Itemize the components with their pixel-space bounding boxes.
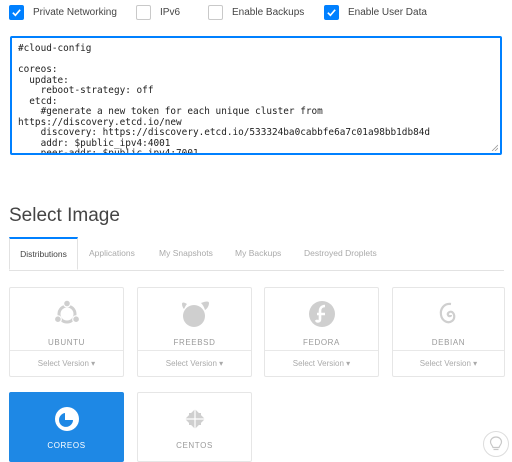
private-networking-option[interactable]: Private Networking xyxy=(9,4,117,21)
distro-name: DEBIAN xyxy=(431,338,466,347)
freebsd-icon xyxy=(181,301,209,327)
ipv6-label: IPv6 xyxy=(160,7,181,18)
distro-card-debian[interactable]: DEBIAN Select Version ▾ xyxy=(392,287,505,377)
ipv6-option[interactable]: IPv6 xyxy=(136,4,180,21)
distro-name: FEDORA xyxy=(303,338,340,347)
distro-card-coreos[interactable]: COREOS xyxy=(9,392,124,462)
version-select-label: Select Version xyxy=(292,359,344,368)
distro-name: FREEBSD xyxy=(173,338,216,347)
enable-backups-label: Enable Backups xyxy=(232,7,305,18)
enable-backups-option[interactable]: Enable Backups xyxy=(208,4,304,21)
enable-user-data-label: Enable User Data xyxy=(348,7,427,18)
ipv6-checkbox[interactable] xyxy=(136,5,151,20)
coreos-icon xyxy=(54,407,79,431)
distro-name: UBUNTU xyxy=(48,338,85,347)
version-select[interactable]: Select Version ▾ xyxy=(265,350,378,376)
user-data-textarea[interactable]: #cloud-config coreos: update: reboot-str… xyxy=(10,36,502,155)
check-icon xyxy=(327,9,336,17)
private-networking-label: Private Networking xyxy=(33,7,117,18)
centos-icon xyxy=(183,408,206,430)
private-networking-checkbox[interactable] xyxy=(9,5,24,20)
user-data-content[interactable]: #cloud-config coreos: update: reboot-str… xyxy=(12,38,500,153)
tab-my-snapshots[interactable]: My Snapshots xyxy=(159,237,213,270)
version-select[interactable]: Select Version ▾ xyxy=(138,350,251,376)
lightbulb-icon xyxy=(489,436,503,451)
tab-distributions[interactable]: Distributions xyxy=(9,237,78,270)
chevron-down-icon: ▾ xyxy=(91,359,96,368)
distro-card-centos[interactable]: CENTOS xyxy=(137,392,252,462)
distro-card-fedora[interactable]: FEDORA Select Version ▾ xyxy=(264,287,379,377)
enable-user-data-checkbox[interactable] xyxy=(324,5,339,20)
enable-backups-checkbox[interactable] xyxy=(208,5,223,20)
distro-card-freebsd[interactable]: FREEBSD Select Version ▾ xyxy=(137,287,252,377)
version-select-label: Select Version xyxy=(165,359,217,368)
chevron-down-icon: ▾ xyxy=(346,359,351,368)
debian-icon xyxy=(439,302,455,324)
image-tabs: Distributions Applications My Snapshots … xyxy=(9,237,504,271)
chevron-down-icon: ▾ xyxy=(473,359,478,368)
resize-grip-icon[interactable] xyxy=(491,144,498,151)
distro-card-ubuntu[interactable]: UBUNTU Select Version ▾ xyxy=(9,287,124,377)
chevron-down-icon: ▾ xyxy=(219,359,224,368)
select-image-heading: Select Image xyxy=(9,205,120,226)
version-select-label: Select Version xyxy=(419,359,471,368)
tab-destroyed-droplets[interactable]: Destroyed Droplets xyxy=(304,237,377,270)
version-select[interactable]: Select Version ▾ xyxy=(10,350,123,376)
fedora-icon xyxy=(308,301,335,327)
help-button[interactable] xyxy=(483,431,509,457)
tab-applications[interactable]: Applications xyxy=(89,237,135,270)
droplet-options: Private Networking IPv6 Enable Backups E… xyxy=(0,0,512,30)
distro-name: CENTOS xyxy=(176,441,213,450)
version-select[interactable]: Select Version ▾ xyxy=(393,350,504,376)
check-icon xyxy=(12,9,21,17)
enable-user-data-option[interactable]: Enable User Data xyxy=(324,4,427,21)
tab-my-backups[interactable]: My Backups xyxy=(235,237,281,270)
version-select-label: Select Version xyxy=(37,359,89,368)
ubuntu-icon xyxy=(53,299,80,324)
distro-name: COREOS xyxy=(47,441,86,450)
